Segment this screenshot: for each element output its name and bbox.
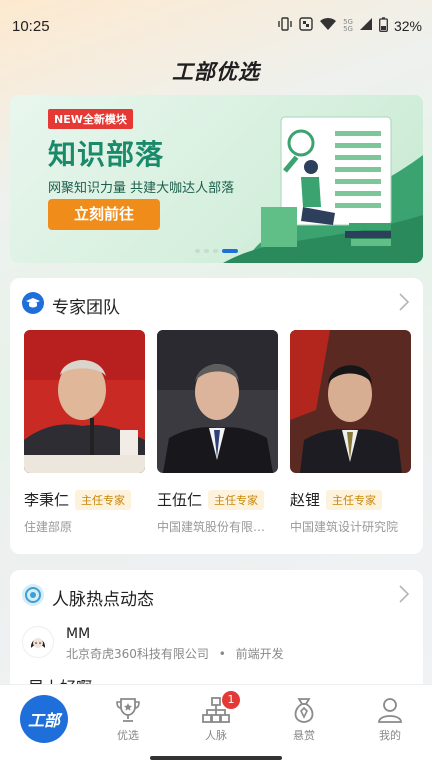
banner-subtitle: 网聚知识力量 共建大咖达人部落 — [48, 181, 235, 196]
expert-photo — [24, 330, 145, 473]
chevron-right-icon[interactable] — [399, 584, 410, 608]
avatar[interactable] — [22, 626, 54, 658]
knowledge-banner[interactable]: NEW全新模块 知识部落 网聚知识力量 共建大咖达人部落 立刻前往 — [10, 95, 423, 263]
chevron-right-icon[interactable] — [399, 292, 410, 316]
battery-percent: 32% — [393, 18, 422, 34]
new-badge: NEW全新模块 — [48, 109, 133, 129]
wifi-icon — [319, 17, 337, 35]
status-icons: 5G 5G 32% — [277, 16, 422, 36]
meta-separator: • — [218, 647, 226, 661]
network-feed-title: 人脉热点动态 — [52, 589, 154, 610]
carousel-dot[interactable] — [195, 249, 200, 253]
expert-photo — [290, 330, 411, 473]
expert-team-header[interactable]: 专家团队 — [22, 292, 120, 318]
feed-item[interactable]: MM 北京奇虎360科技有限公司 • 前端开发 — [22, 626, 284, 662]
banner-headline: 知识部落 — [48, 138, 165, 171]
tab-network-label: 人脉 — [205, 729, 227, 742]
reading-illustration — [223, 116, 423, 263]
expert-card[interactable]: 李秉仁 主任专家 住建部原 — [24, 330, 145, 535]
nfc-icon — [299, 17, 313, 35]
network-feed-header[interactable]: 人脉热点动态 — [22, 584, 154, 610]
user-icon — [360, 693, 420, 727]
home-indicator — [150, 756, 282, 760]
trophy-icon — [98, 693, 158, 727]
tab-profile-label: 我的 — [379, 729, 401, 742]
expert-org: 中国建筑股份有限… — [157, 520, 266, 534]
feed-user-name[interactable]: MM — [66, 626, 284, 642]
sim-label: 5G 5G — [343, 18, 353, 33]
notification-badge: 1 — [222, 691, 240, 709]
expert-team-title: 专家团队 — [52, 297, 120, 318]
expert-tag: 主任专家 — [208, 489, 265, 510]
feed-role: 前端开发 — [235, 647, 284, 661]
money-bag-icon — [274, 693, 334, 727]
expert-name: 李秉仁 — [24, 491, 70, 509]
status-time: 10:25 — [12, 17, 50, 35]
vibrate-icon — [277, 17, 293, 35]
tab-bounty[interactable]: 悬赏 — [274, 693, 334, 743]
expert-photo — [157, 330, 278, 473]
signal-icon — [359, 17, 373, 35]
battery-icon — [379, 16, 388, 36]
carousel-dot[interactable] — [213, 249, 218, 253]
carousel-dot[interactable] — [204, 249, 209, 253]
graduation-cap-icon — [22, 292, 44, 318]
expert-org: 中国建筑设计研究院 — [290, 520, 399, 534]
expert-org: 住建部原 — [24, 520, 73, 534]
expert-list: 李秉仁 主任专家 住建部原 王伍仁 主任专家 中国建筑股份有限… 赵锂 主任专家… — [24, 330, 411, 535]
carousel-dot-active[interactable] — [222, 249, 238, 253]
tab-bounty-label: 悬赏 — [293, 729, 315, 742]
page-title: 工部优选 — [172, 60, 260, 84]
tab-featured-label: 优选 — [117, 729, 139, 742]
go-now-button[interactable]: 立刻前往 — [48, 199, 160, 230]
expert-tag: 主任专家 — [326, 489, 383, 510]
expert-tag: 主任专家 — [75, 489, 132, 510]
expert-card[interactable]: 王伍仁 主任专家 中国建筑股份有限… — [157, 330, 278, 535]
expert-name: 赵锂 — [290, 491, 321, 509]
tab-featured[interactable]: 优选 — [98, 693, 158, 743]
tab-network[interactable]: 人脉 1 — [186, 691, 246, 743]
expert-card[interactable]: 赵锂 主任专家 中国建筑设计研究院 — [290, 330, 411, 535]
feed-company: 北京奇虎360科技有限公司 — [66, 647, 209, 661]
expert-team-card: 专家团队 李秉仁 主任专家 住建部原 王伍仁 主任专家 中国建筑股份有限… 赵锂… — [10, 278, 423, 554]
target-icon — [22, 584, 44, 610]
feed-user-meta: 北京奇虎360科技有限公司 • 前端开发 — [66, 645, 284, 662]
carousel-dots — [10, 249, 423, 253]
expert-name: 王伍仁 — [157, 491, 203, 509]
tab-home[interactable]: 工部 — [20, 695, 68, 743]
status-bar: 10:25 5G 5G 32% — [0, 0, 432, 52]
tab-profile[interactable]: 我的 — [360, 693, 420, 743]
